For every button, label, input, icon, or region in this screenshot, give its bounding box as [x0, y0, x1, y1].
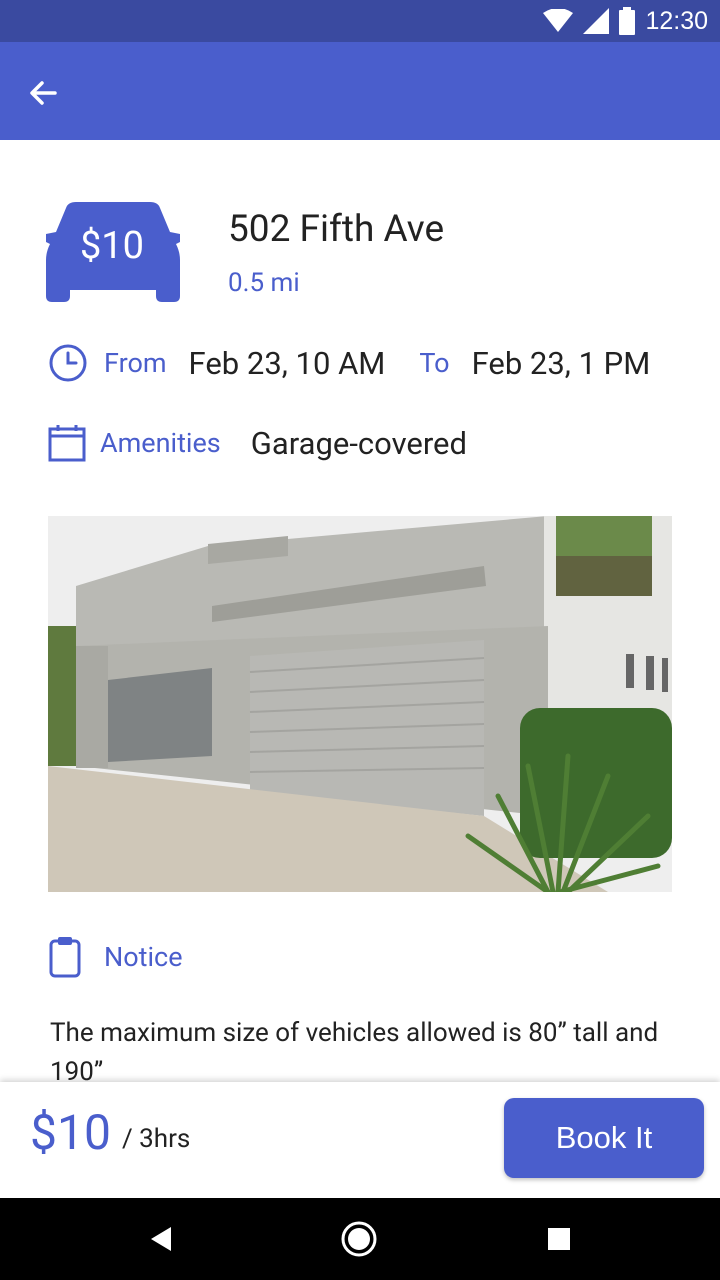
to-label: To	[419, 347, 450, 379]
booking-duration: / 3hrs	[122, 1124, 191, 1154]
back-button[interactable]	[20, 70, 66, 116]
notice-text: The maximum size of vehicles allowed is …	[50, 1018, 659, 1087]
clipboard-icon	[49, 937, 81, 978]
circle-home-icon	[341, 1221, 377, 1257]
arrow-back-icon	[30, 81, 57, 105]
clock-icon	[49, 344, 87, 382]
total-price: $10	[30, 1104, 111, 1161]
from-value: Feb 23, 10 AM	[188, 344, 386, 382]
amenities-label: Amenities	[100, 427, 221, 459]
status-icons: 12:30	[543, 6, 708, 36]
time-range-row: From Feb 23, 10 AM To Feb 23, 1 PM	[48, 342, 650, 384]
price-badge: $10	[44, 202, 182, 302]
system-nav-bar	[0, 1198, 720, 1280]
status-bar: 12:30	[0, 0, 720, 42]
battery-icon	[619, 7, 636, 35]
square-recents-icon	[548, 1228, 570, 1250]
calendar-icon	[48, 425, 86, 462]
book-it-button[interactable]: Book It	[504, 1098, 704, 1178]
amenities-row: Amenities Garage-covered	[48, 422, 467, 464]
nav-home-button[interactable]	[334, 1214, 384, 1264]
listing-distance: 0.5 mi	[228, 268, 300, 298]
booking-bar: $10 / 3hrs Book It	[0, 1082, 720, 1198]
nav-recents-button[interactable]	[534, 1214, 584, 1264]
triangle-back-icon	[151, 1227, 171, 1251]
notice-row: Notice	[48, 934, 183, 980]
app-bar	[0, 42, 720, 140]
amenities-value: Garage-covered	[250, 424, 467, 462]
price-badge-label: $10	[79, 224, 145, 268]
status-time: 12:30	[645, 6, 708, 35]
to-value: Feb 23, 1 PM	[471, 344, 651, 382]
wifi-icon	[543, 9, 574, 32]
nav-back-button[interactable]	[136, 1214, 186, 1264]
listing-address: 502 Fifth Ave	[228, 208, 445, 251]
notice-label: Notice	[104, 941, 183, 973]
from-label: From	[104, 347, 167, 379]
cellular-signal-icon	[583, 8, 610, 34]
garage-photo	[48, 516, 672, 892]
